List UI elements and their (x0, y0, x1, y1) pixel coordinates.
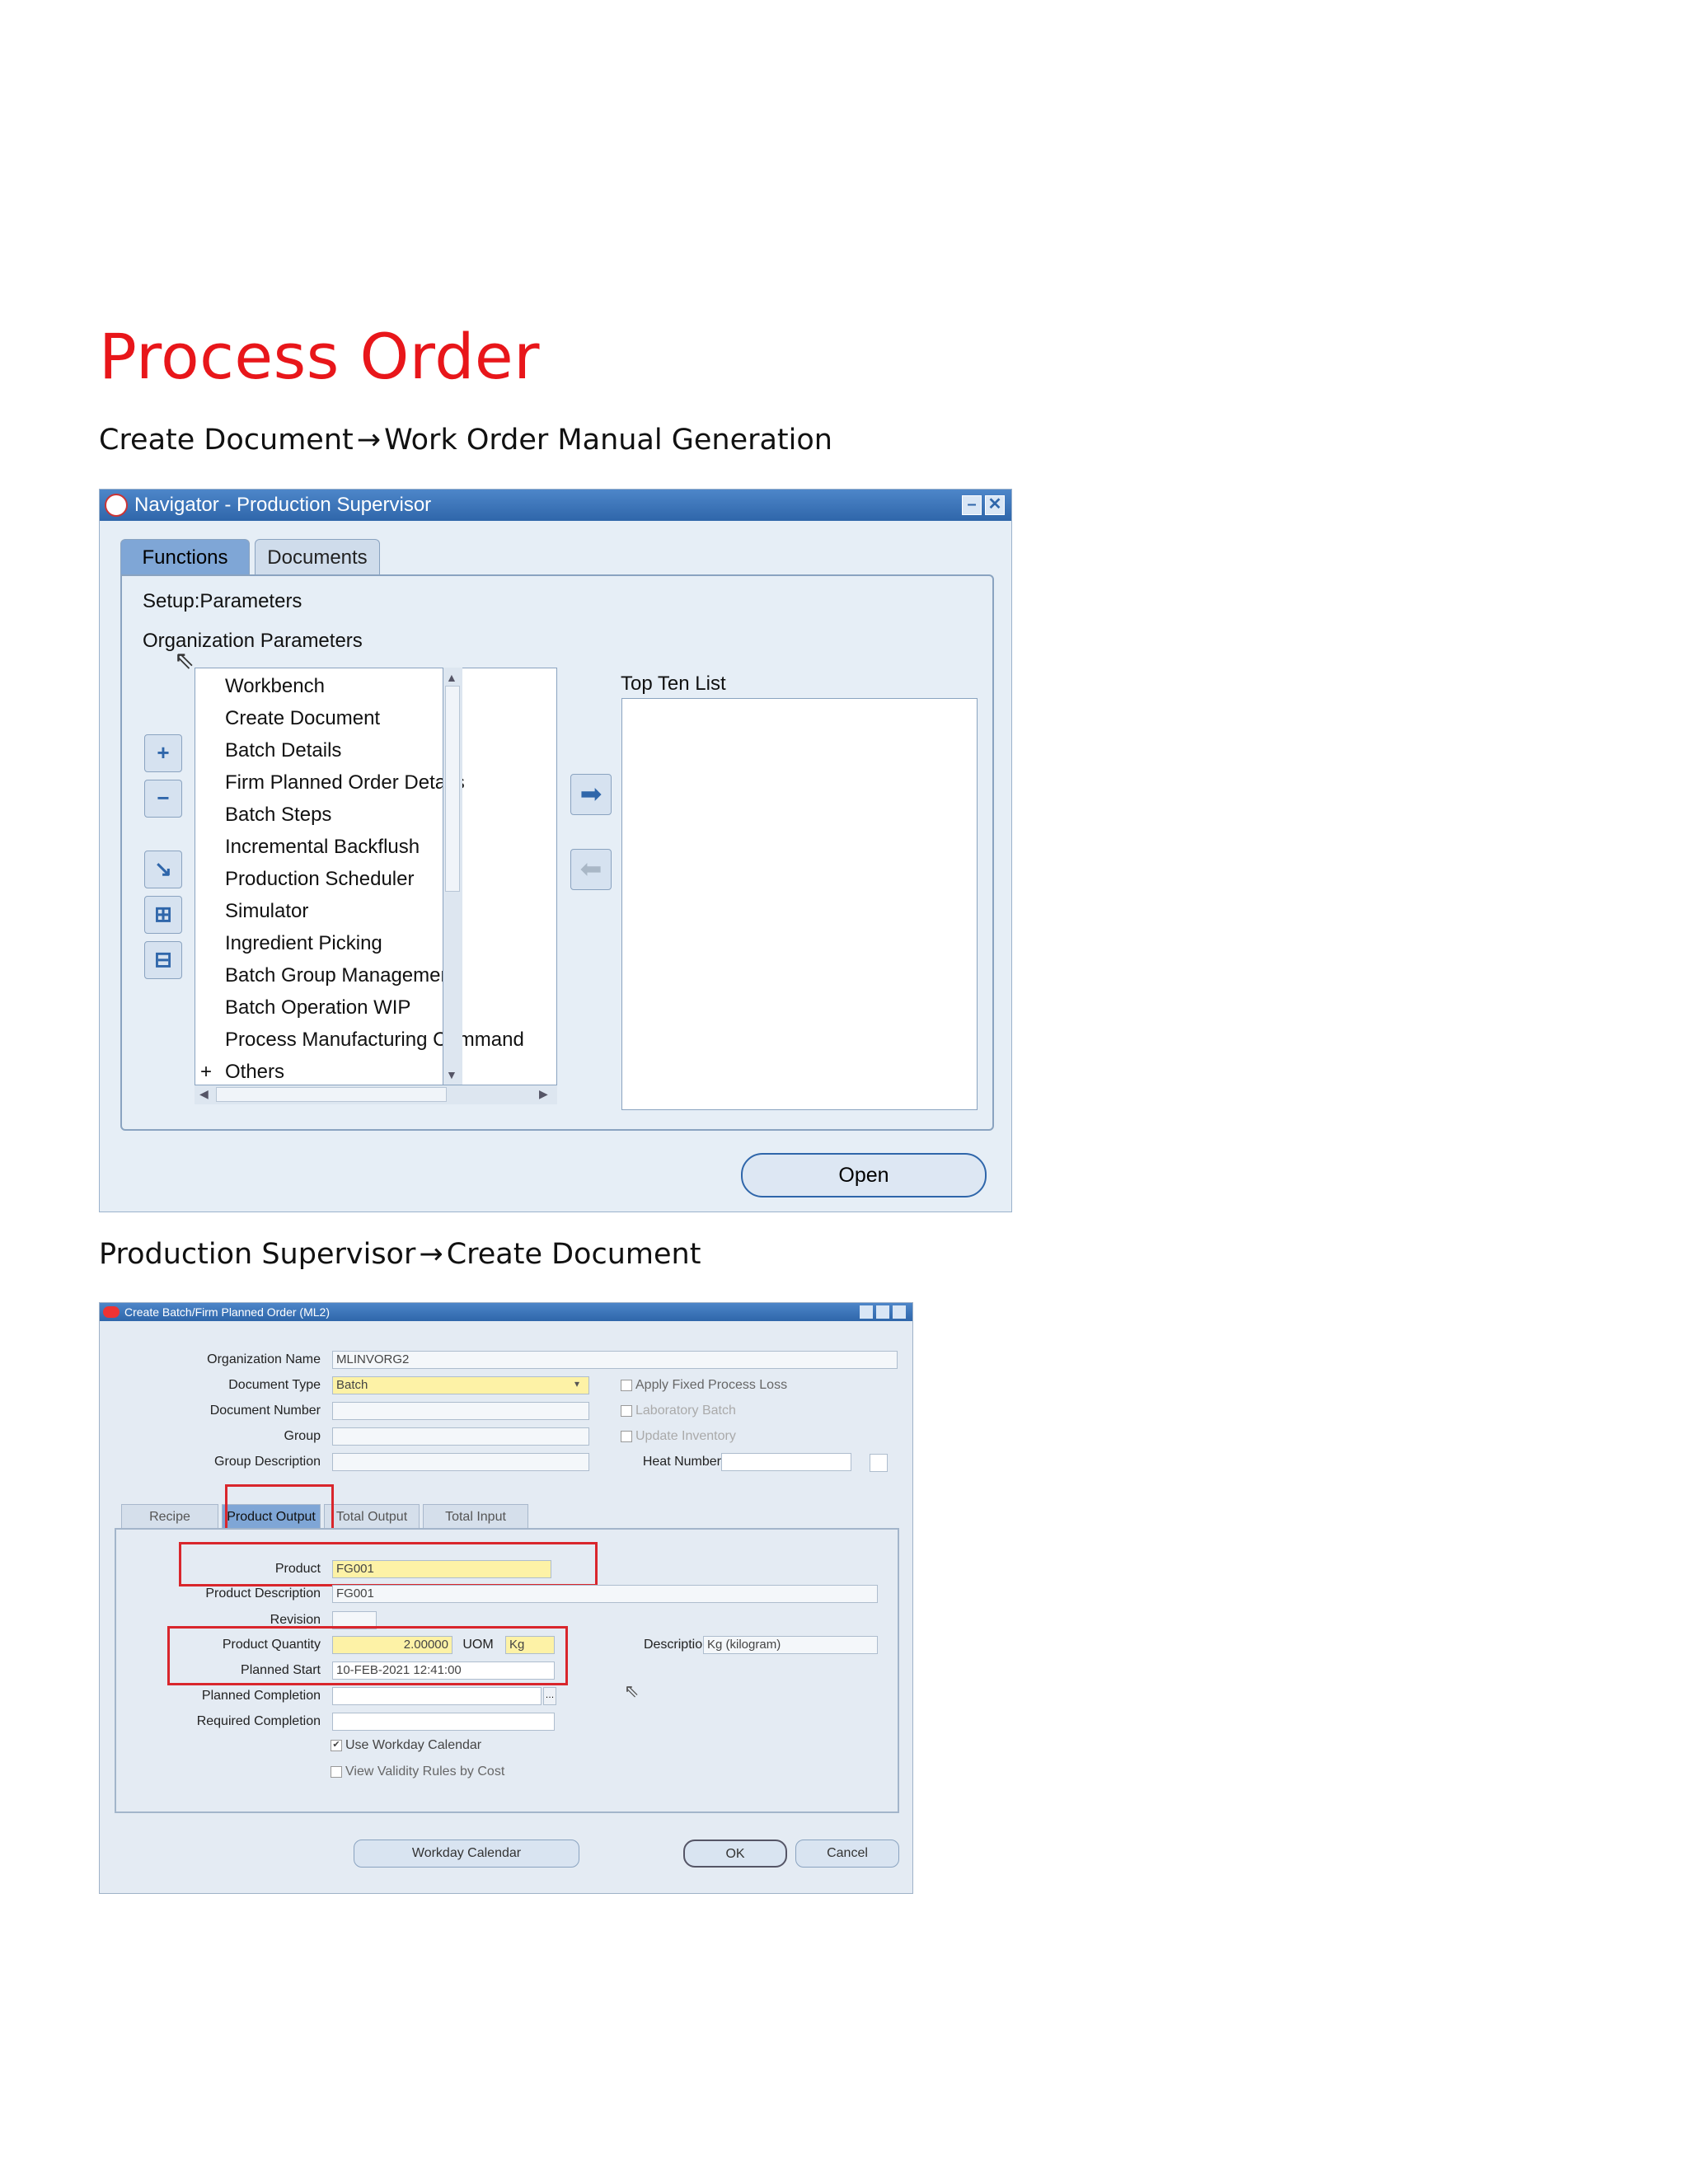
mouse-cursor-icon: ⇖ (624, 1680, 640, 1701)
open-button[interactable]: Open (741, 1153, 987, 1197)
highlight-product (179, 1542, 598, 1586)
group-field[interactable] (332, 1427, 589, 1446)
expand-all-button[interactable]: ⊞ (144, 896, 182, 934)
create-batch-window-title: Create Batch/Firm Planned Order (ML2) (124, 1305, 330, 1319)
heat-number-label: Heat Number (642, 1455, 721, 1469)
remove-from-top-ten-button[interactable]: ⬅ (570, 849, 612, 890)
create-batch-window: Create Batch/Firm Planned Order (ML2) Or… (99, 1302, 913, 1894)
add-to-top-ten-button[interactable]: ➡ (570, 774, 612, 815)
tab-recipe[interactable]: Recipe (121, 1504, 218, 1529)
doc-type-label: Document Type (228, 1378, 321, 1392)
navigator-window: Navigator - Production Supervisor – ✕ Fu… (99, 489, 1012, 1212)
doc-number-field[interactable] (332, 1402, 589, 1420)
tab-total-input[interactable]: Total Input (423, 1504, 528, 1529)
use-workday-calendar-checkbox[interactable]: ✔ Use Workday Calendar (331, 1738, 481, 1753)
oracle-logo-icon (105, 494, 128, 517)
top-ten-label: Top Ten List (621, 673, 726, 695)
list-item[interactable]: Workbench (225, 675, 325, 698)
list-item[interactable]: Production Scheduler (225, 868, 414, 891)
create-batch-titlebar: Create Batch/Firm Planned Order (ML2) (100, 1303, 912, 1321)
update-inventory-checkbox[interactable]: Update Inventory (621, 1429, 736, 1444)
list-item[interactable]: Process Manufacturing Command (225, 1029, 537, 1052)
heat-number-field[interactable] (721, 1453, 851, 1471)
caption-left: Production Supervisor (99, 1238, 416, 1271)
mouse-cursor-icon: ⇖ (174, 647, 195, 674)
apply-fixed-loss-checkbox[interactable]: Apply Fixed Process Loss (621, 1378, 787, 1393)
list-item-others[interactable]: Others (225, 1061, 284, 1084)
ok-button[interactable]: OK (683, 1840, 787, 1868)
group-desc-field[interactable] (332, 1453, 589, 1471)
list-item[interactable]: Ingredient Picking (225, 932, 382, 955)
uom-description-field: Kg (kilogram) (703, 1636, 878, 1654)
tab-documents[interactable]: Documents (255, 539, 380, 575)
caption-right: Create Document (446, 1238, 701, 1271)
doc-type-select[interactable]: Batch (332, 1376, 589, 1394)
planned-completion-label: Planned Completion (201, 1689, 321, 1703)
workday-calendar-button[interactable]: Workday Calendar (354, 1840, 579, 1868)
others-expand-icon[interactable]: + (200, 1061, 212, 1084)
heat-number-lov-button[interactable] (870, 1454, 888, 1472)
vertical-scroll-thumb[interactable] (445, 686, 460, 892)
caption-right: Work Order Manual Generation (384, 424, 832, 457)
doc-number-label: Document Number (209, 1404, 321, 1418)
list-item[interactable]: Batch Steps (225, 804, 331, 827)
list-vertical-scrollbar[interactable]: ▲ ▼ (443, 668, 462, 1104)
list-item[interactable]: Firm Planned Order Details (225, 771, 465, 794)
page-title: Process Order (99, 320, 540, 393)
collapse-all-button[interactable]: ⊟ (144, 941, 182, 979)
required-completion-field[interactable] (332, 1713, 555, 1731)
org-name-label: Organization Name (207, 1352, 321, 1366)
list-item[interactable]: Batch Group Management (225, 964, 457, 987)
list-item[interactable]: Batch Operation WIP (225, 996, 410, 1019)
expand-button[interactable]: + (144, 734, 182, 772)
calendar-icon[interactable]: … (543, 1687, 556, 1705)
caption-navigation-path: Create Document → Work Order Manual Genera… (99, 424, 832, 457)
scroll-left-icon[interactable]: ◀ (199, 1087, 209, 1101)
required-completion-label: Required Completion (196, 1714, 321, 1728)
caption-navigation-path-2: Production Supervisor → Create Document (99, 1238, 701, 1271)
navigator-titlebar: Navigator - Production Supervisor – ✕ (100, 490, 1011, 521)
group-label: Group (284, 1429, 321, 1443)
scroll-right-icon[interactable]: ▶ (539, 1087, 548, 1101)
description-label: Description (643, 1638, 710, 1652)
list-item[interactable]: Batch Details (225, 739, 341, 762)
expand-branch-button[interactable]: ↘ (144, 851, 182, 888)
navigator-window-title: Navigator - Production Supervisor (134, 494, 432, 516)
list-horizontal-scrollbar[interactable]: ◀ ▶ (195, 1085, 557, 1104)
view-validity-rules-checkbox[interactable]: View Validity Rules by Cost (331, 1765, 504, 1779)
cancel-button[interactable]: Cancel (795, 1840, 899, 1868)
close-icon[interactable] (893, 1305, 906, 1319)
functions-list[interactable]: Workbench Create Document Batch Details … (195, 668, 557, 1104)
list-item[interactable]: Create Document (225, 707, 380, 730)
tab-total-output[interactable]: Total Output (324, 1504, 420, 1529)
arrow-right-icon: → (419, 1238, 443, 1271)
horizontal-scroll-thumb[interactable] (216, 1087, 447, 1102)
arrow-right-icon: → (356, 424, 382, 457)
product-desc-label: Product Description (205, 1586, 321, 1601)
minimize-icon[interactable]: – (962, 495, 982, 515)
scroll-up-icon[interactable]: ▲ (446, 671, 457, 684)
list-item[interactable]: Simulator (225, 900, 308, 923)
laboratory-batch-checkbox[interactable]: Laboratory Batch (621, 1404, 736, 1418)
scroll-down-icon[interactable]: ▼ (446, 1068, 457, 1081)
top-ten-list[interactable] (621, 698, 978, 1110)
group-desc-label: Group Description (214, 1455, 321, 1469)
list-item[interactable]: Incremental Backflush (225, 836, 420, 859)
tab-functions[interactable]: Functions (120, 539, 250, 575)
highlight-qty-start (167, 1626, 568, 1685)
chevron-down-icon[interactable]: ▾ (574, 1378, 579, 1390)
org-name-field: MLINVORG2 (332, 1351, 898, 1369)
minimize-icon[interactable] (860, 1305, 873, 1319)
planned-completion-field[interactable] (332, 1687, 542, 1705)
collapse-button[interactable]: − (144, 780, 182, 818)
setup-parameters-text: Setup:Parameters (143, 590, 302, 612)
oracle-logo-icon (103, 1306, 120, 1318)
product-desc-field: FG001 (332, 1585, 878, 1603)
caption-left: Create Document (99, 424, 354, 457)
maximize-icon[interactable] (876, 1305, 889, 1319)
close-icon[interactable]: ✕ (985, 495, 1005, 515)
